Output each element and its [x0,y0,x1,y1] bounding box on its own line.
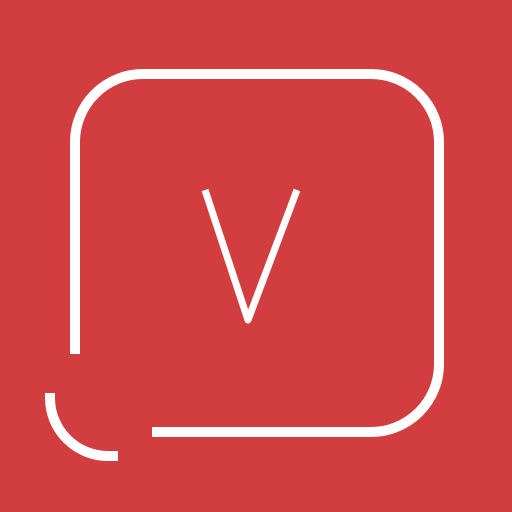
app-icon [0,0,512,512]
app-icon-graphic [0,0,512,512]
